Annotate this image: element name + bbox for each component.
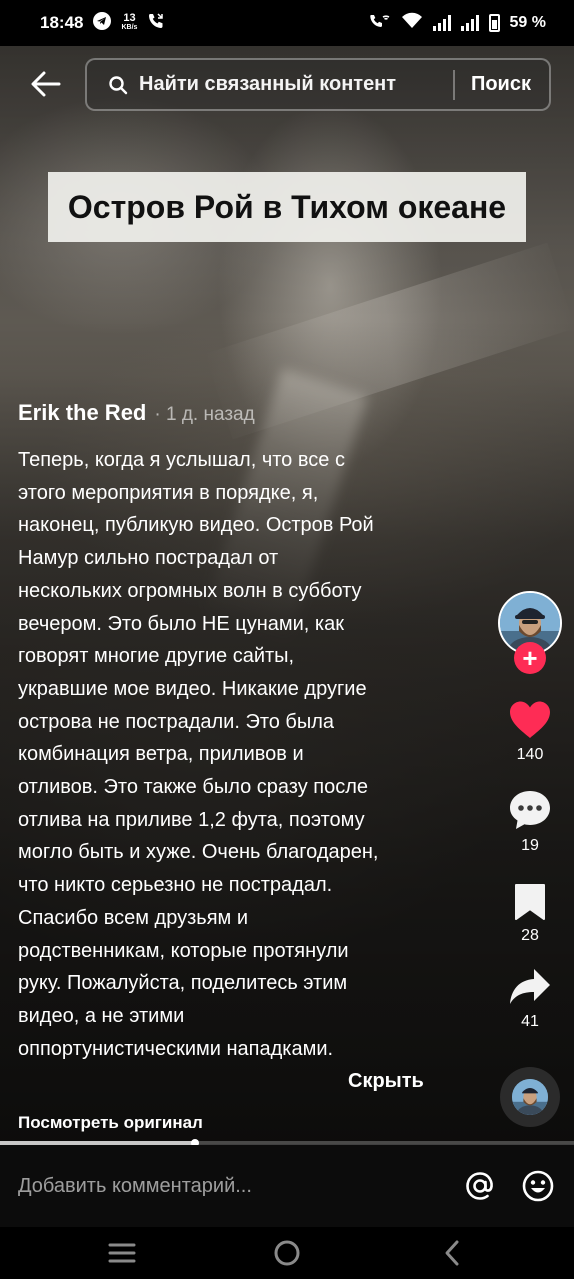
- comment-count: 19: [521, 837, 539, 854]
- menu-lines-icon: [108, 1243, 136, 1263]
- chevron-left-icon: [445, 1240, 459, 1266]
- share-action[interactable]: 41: [498, 967, 562, 1031]
- network-speed: 13 KB/s: [121, 12, 138, 32]
- author-name[interactable]: Erik the Red: [18, 400, 146, 426]
- bookmark-count: 28: [521, 927, 539, 944]
- like-action[interactable]: 140: [498, 700, 562, 764]
- wifi-call-icon: [369, 12, 391, 35]
- signal-icon-sim2: [460, 15, 479, 31]
- search-input[interactable]: Найти связанный контент: [139, 73, 453, 96]
- post-time: · 1 д. назад: [154, 404, 255, 425]
- battery-icon: [488, 14, 500, 32]
- phone-call-icon: [147, 12, 165, 35]
- music-disc[interactable]: [500, 1067, 560, 1127]
- status-left: 18:48 13 KB/s: [40, 11, 165, 35]
- telegram-icon: [93, 11, 112, 35]
- hide-caption-button[interactable]: Скрыть: [348, 1070, 424, 1093]
- recent-apps-button[interactable]: [102, 1237, 142, 1269]
- bookmark-action[interactable]: 28: [498, 883, 562, 945]
- wifi-icon: [401, 12, 423, 35]
- search-divider: [452, 69, 455, 100]
- status-bar: 18:48 13 KB/s 59 %: [0, 0, 574, 46]
- system-back-button[interactable]: [432, 1237, 472, 1269]
- share-arrow-icon: [510, 969, 550, 1004]
- share-count: 41: [521, 1013, 539, 1030]
- signal-icon: [432, 15, 451, 31]
- system-navigation-bar: [0, 1227, 574, 1279]
- network-speed-unit: KB/s: [121, 24, 138, 31]
- like-count: 140: [516, 746, 544, 763]
- status-time: 18:48: [40, 13, 84, 32]
- home-circle-icon: [274, 1240, 300, 1266]
- follow-button[interactable]: +: [514, 642, 546, 674]
- search-bar[interactable]: Найти связанный контент Поиск: [85, 58, 551, 111]
- back-button[interactable]: [26, 64, 66, 104]
- music-cover-avatar: [512, 1079, 548, 1115]
- search-icon: [107, 74, 129, 96]
- arrow-left-icon: [31, 71, 61, 97]
- video-title-overlay: Остров Рой в Тихом океане: [48, 172, 526, 242]
- home-button[interactable]: [267, 1237, 307, 1269]
- comment-bar: Добавить комментарий...: [0, 1145, 574, 1227]
- comment-input[interactable]: Добавить комментарий...: [18, 1175, 440, 1198]
- network-speed-value: 13: [123, 12, 136, 24]
- plus-icon: +: [522, 643, 538, 673]
- post-caption: Теперь, когда я услышал, что все с этого…: [18, 449, 379, 1060]
- mention-at-icon[interactable]: [462, 1168, 498, 1204]
- emoji-icon[interactable]: [520, 1168, 556, 1204]
- author-line: Erik the Red · 1 д. назад: [18, 400, 255, 426]
- heart-icon: [510, 701, 550, 738]
- comment-action[interactable]: 19: [498, 789, 562, 855]
- bookmark-icon: [515, 884, 545, 920]
- battery-percent: 59 %: [509, 14, 546, 31]
- status-right: 59 %: [369, 12, 546, 35]
- view-original-link[interactable]: Посмотреть оригинал: [18, 1113, 203, 1133]
- search-button[interactable]: Поиск: [471, 73, 531, 96]
- comment-bubble-icon: [510, 791, 550, 829]
